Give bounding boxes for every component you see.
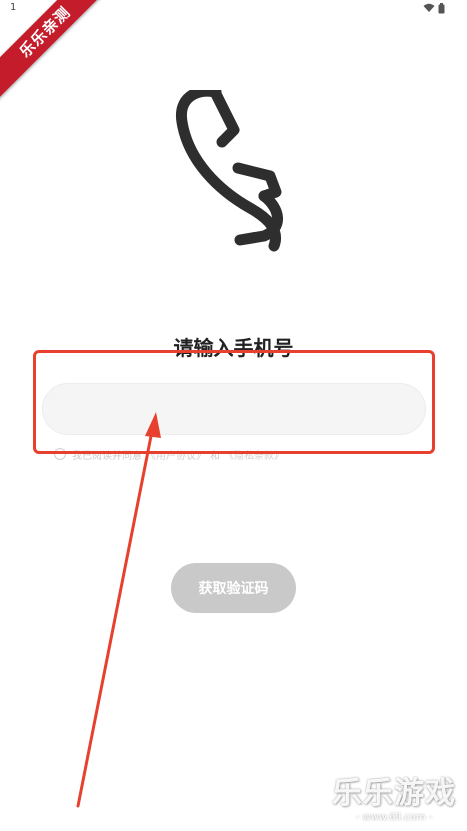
annotation-arrow: [76, 412, 161, 808]
watermark-url: - www.6ll.com -: [355, 812, 433, 823]
watermark: 乐乐游戏 - www.6ll.com -: [329, 768, 459, 823]
watermark-title: 乐乐游戏: [332, 776, 456, 811]
